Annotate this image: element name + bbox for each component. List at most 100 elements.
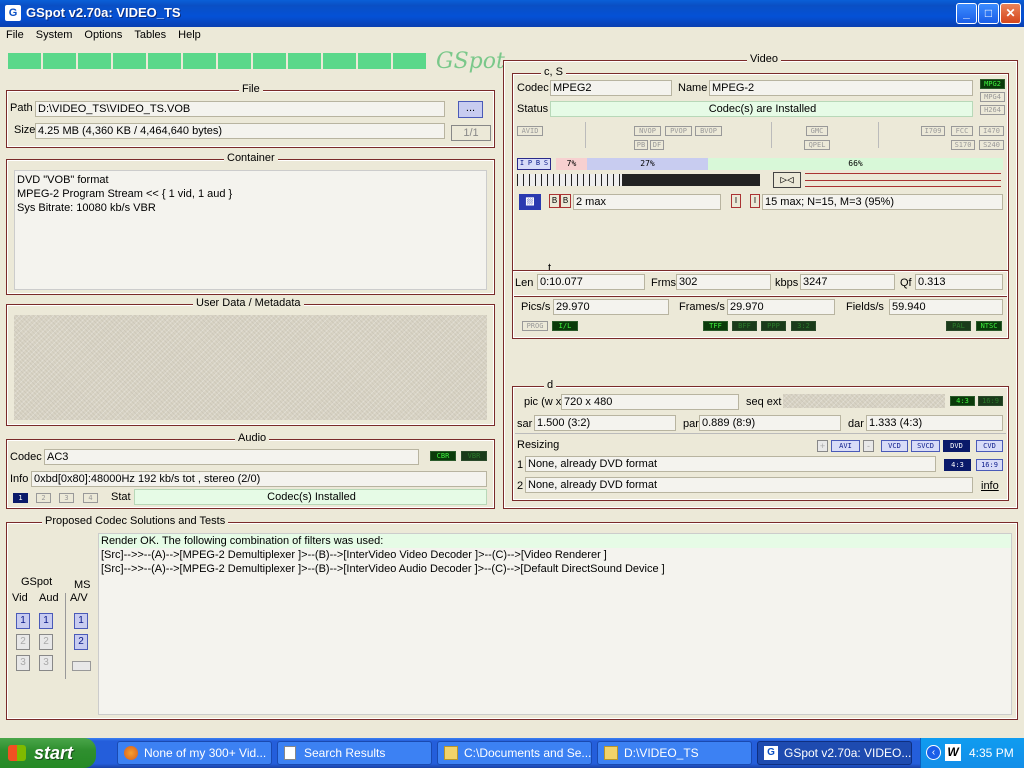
resize-svcd-button[interactable]: SVCD xyxy=(911,440,940,452)
gmc-indicator: GMC xyxy=(806,126,828,136)
cs-heading: c, S xyxy=(541,66,566,78)
tff-indicator: TFF xyxy=(703,321,728,331)
taskbar-item-label: GSpot v2.70a: VIDEO... xyxy=(784,746,912,760)
codec-subpanel: c, S Codec MPEG2 Name MPEG-2 MPG2 MPG4 H… xyxy=(512,66,1009,297)
s170-indicator: S170 xyxy=(951,140,975,150)
avid-indicator: AVID xyxy=(517,126,543,136)
prog-indicator: PROG xyxy=(522,321,548,331)
b-frame-segment: 66% xyxy=(708,158,1003,170)
gspot-vid-3[interactable]: 3 xyxy=(16,655,30,671)
audio-stream-3[interactable]: 3 xyxy=(59,493,74,503)
container-line: MPEG-2 Program Stream << { 1 vid, 1 aud … xyxy=(17,188,233,200)
seqext-field xyxy=(783,394,945,408)
gspot-aud-2[interactable]: 2 xyxy=(39,634,53,650)
ar-169-indicator: 16:9 xyxy=(978,396,1003,406)
pics-label: Pics/s xyxy=(521,301,551,313)
pvop-indicator: PVOP xyxy=(665,126,692,136)
resize-minus-button[interactable]: - xyxy=(863,440,874,452)
bvop-indicator: BVOP xyxy=(695,126,722,136)
menu-help[interactable]: Help xyxy=(178,29,201,41)
output-line: Render OK. The following combination of … xyxy=(99,534,1011,548)
taskbar-item-documents[interactable]: C:\Documents and Se... xyxy=(437,741,592,765)
i-frame-segment: 7% xyxy=(556,158,587,170)
audio-stat-field: Codec(s) Installed xyxy=(134,489,487,505)
il-indicator: I/L xyxy=(552,321,578,331)
dimensions-subpanel: d pic (w x 720 x 480 seq ext 4:3 16:9 sa… xyxy=(512,379,1009,501)
gspot-icon[interactable]: G xyxy=(5,5,21,21)
separator xyxy=(771,122,772,148)
par-label: par xyxy=(683,418,699,430)
ms-av-3[interactable] xyxy=(72,661,91,671)
file-heading: File xyxy=(239,83,263,95)
resize-cvd-button[interactable]: CVD xyxy=(976,440,1003,452)
resize2-label: 2 xyxy=(517,480,524,492)
frame-distribution-bar: 7% 27% 66% xyxy=(556,158,1003,170)
frames-field: 29.970 xyxy=(727,299,835,315)
minimize-button[interactable]: _ xyxy=(956,3,977,24)
menu-options[interactable]: Options xyxy=(84,29,122,41)
h264-indicator: H264 xyxy=(980,105,1005,115)
title-bar[interactable]: G GSpot v2.70a: VIDEO_TS _ □ ✕ xyxy=(0,0,1024,27)
audio-stream-1[interactable]: 1 xyxy=(13,493,28,503)
audio-panel: Audio Codec AC3 CBR VBR Info 0xbd[0x80]:… xyxy=(6,432,495,509)
browse-button[interactable]: ... xyxy=(458,101,483,118)
d-heading: d xyxy=(544,379,557,391)
resize-43-button[interactable]: 4:3 xyxy=(944,459,971,471)
ntsc-indicator: NTSC xyxy=(976,321,1002,331)
separator xyxy=(65,593,66,679)
audio-info-field: 0xbd[0x80]:48000Hz 192 kb/s tot , stereo… xyxy=(31,471,487,487)
df-indicator: DF xyxy=(650,140,664,150)
audio-heading: Audio xyxy=(235,432,270,444)
gspot-vid-1[interactable]: 1 xyxy=(16,613,30,629)
pb-indicator: PB xyxy=(634,140,648,150)
len-field: 0:10.077 xyxy=(537,274,645,290)
windows-logo-icon xyxy=(8,745,26,761)
proposed-output: Render OK. The following combination of … xyxy=(98,533,1012,715)
sar-label: sar xyxy=(517,418,533,430)
audio-stream-2[interactable]: 2 xyxy=(36,493,51,503)
taskbar-item-video-ts[interactable]: D:\VIDEO_TS xyxy=(597,741,752,765)
ms-av-2[interactable]: 2 xyxy=(74,634,88,650)
proposed-panel: Proposed Codec Solutions and Tests GSpot… xyxy=(6,515,1018,720)
taskbar-item-gspot[interactable]: G GSpot v2.70a: VIDEO... xyxy=(757,741,912,765)
resize-avi-button[interactable]: AVI xyxy=(831,440,860,452)
gspot-aud-3[interactable]: 3 xyxy=(39,655,53,671)
close-button[interactable]: ✕ xyxy=(1000,3,1021,24)
par-field: 0.889 (8:9) xyxy=(699,415,841,431)
gop-display-icon[interactable]: ▨ xyxy=(519,194,541,210)
winamp-icon[interactable]: W xyxy=(945,744,961,761)
menu-file[interactable]: File xyxy=(6,29,24,41)
frms-label: Frms xyxy=(651,277,677,289)
resize-dvd-button[interactable]: DVD xyxy=(943,440,970,452)
audio-codec-label: Codec xyxy=(10,451,42,463)
folder-icon xyxy=(604,746,618,760)
resize-plus-button[interactable]: + xyxy=(817,440,828,452)
proposed-heading: Proposed Codec Solutions and Tests xyxy=(42,515,229,527)
path-field[interactable]: D:\VIDEO_TS\VIDEO_TS.VOB xyxy=(35,101,445,117)
resize1-field: None, already DVD format xyxy=(525,456,936,472)
frame-type-p: P xyxy=(526,159,534,169)
menu-system[interactable]: System xyxy=(36,29,73,41)
container-heading: Container xyxy=(224,152,278,164)
info-link[interactable]: info xyxy=(981,480,999,492)
resize-vcd-button[interactable]: VCD xyxy=(881,440,908,452)
taskbar-item-label: Search Results xyxy=(304,746,386,760)
taskbar-item-label: None of my 300+ Vid... xyxy=(144,746,267,760)
taskbar-item-firefox[interactable]: None of my 300+ Vid... xyxy=(117,741,272,765)
tray-expand-icon[interactable]: ‹ xyxy=(926,745,941,760)
gspot-aud-1[interactable]: 1 xyxy=(39,613,53,629)
menu-tables[interactable]: Tables xyxy=(134,29,166,41)
taskbar-item-search[interactable]: Search Results xyxy=(277,741,432,765)
start-button[interactable]: start xyxy=(0,738,96,768)
ms-av-1[interactable]: 1 xyxy=(74,613,88,629)
container-panel: Container DVD "VOB" format MPEG-2 Progra… xyxy=(6,152,495,295)
pal-indicator: PAL xyxy=(946,321,971,331)
gspot-vid-2[interactable]: 2 xyxy=(16,634,30,650)
resize1-label: 1 xyxy=(517,459,524,471)
audio-stream-4[interactable]: 4 xyxy=(83,493,98,503)
search-results-icon xyxy=(284,746,296,760)
size-field: 4.25 MB (4,360 KB / 4,464,640 bytes) xyxy=(35,123,445,139)
resize-169-button[interactable]: 16:9 xyxy=(976,459,1003,471)
maximize-button[interactable]: □ xyxy=(978,3,999,24)
gop-icon: ▷◁ xyxy=(773,172,801,188)
